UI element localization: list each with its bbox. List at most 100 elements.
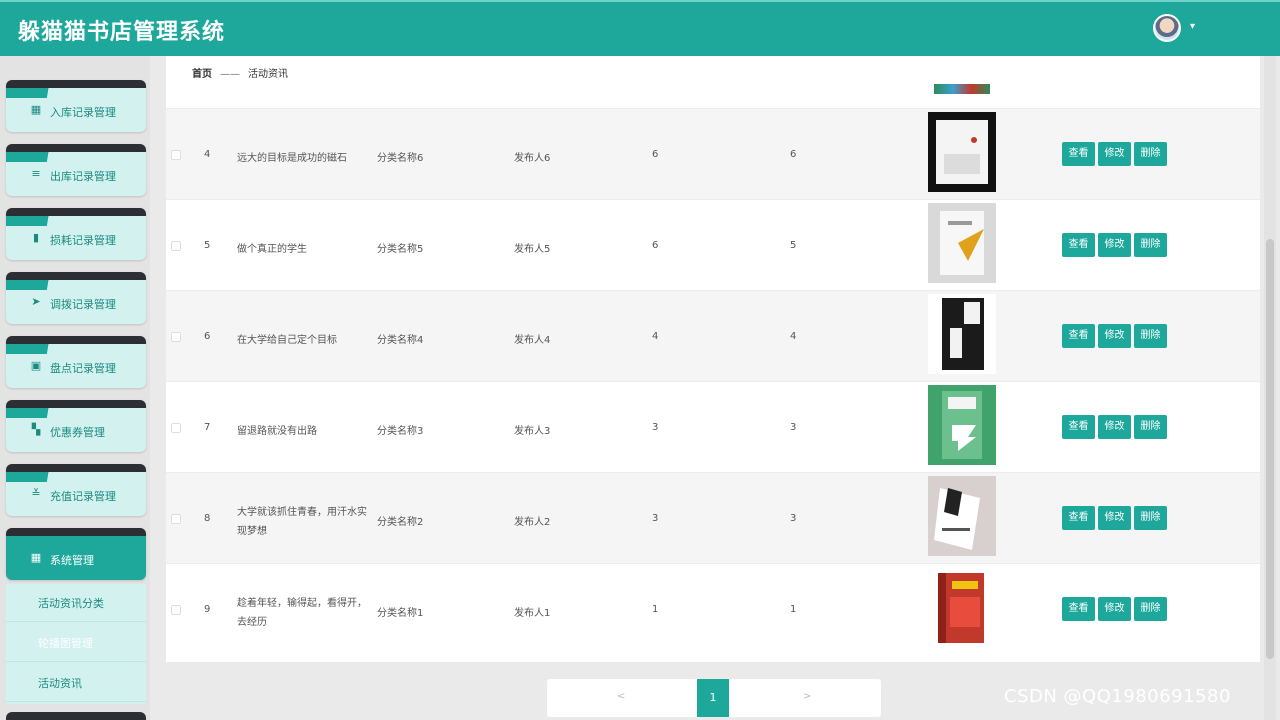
- edit-button[interactable]: 修改: [1098, 324, 1131, 348]
- row-category: 分类名称4: [377, 335, 424, 346]
- chevron-down-icon[interactable]: ▾: [1190, 21, 1195, 32]
- row-category: 分类名称2: [377, 517, 424, 528]
- row-publisher: 发布人5: [514, 244, 551, 255]
- next-page-button[interactable]: >: [803, 691, 811, 702]
- row-value-b: 6: [790, 149, 797, 160]
- breadcrumb-current: 活动资讯: [248, 69, 288, 80]
- row-checkbox[interactable]: [171, 514, 181, 524]
- sidebar-item-inventory[interactable]: ▣ 盘点记录管理: [6, 336, 146, 388]
- sidebar-item-coupon[interactable]: ▚ 优惠券管理: [6, 400, 146, 452]
- edit-button[interactable]: 修改: [1098, 233, 1131, 257]
- view-button[interactable]: 查看: [1062, 506, 1095, 530]
- row-checkbox[interactable]: [171, 150, 181, 160]
- row-title: 在大学给自己定个目标: [237, 335, 337, 346]
- row-category: 分类名称5: [377, 244, 424, 255]
- delete-button[interactable]: 删除: [1134, 415, 1167, 439]
- sliders-icon: ≚: [31, 487, 41, 500]
- view-button[interactable]: 查看: [1062, 597, 1095, 621]
- page-number-button[interactable]: 1: [697, 679, 729, 717]
- sidebar-item-loss[interactable]: ▮ 损耗记录管理: [6, 208, 146, 260]
- sidebar-item-transfer[interactable]: ➤ 调拨记录管理: [6, 272, 146, 324]
- row-value-b: 3: [790, 422, 797, 433]
- row-publisher: 发布人3: [514, 426, 551, 437]
- top-header: 躲猫猫书店管理系统 ▾: [0, 0, 1280, 56]
- view-button[interactable]: 查看: [1062, 324, 1095, 348]
- view-button[interactable]: 查看: [1062, 233, 1095, 257]
- row-value-b: 5: [790, 240, 797, 251]
- sidebar-item-label: 损耗记录管理: [50, 234, 116, 247]
- submenu-item-news-category[interactable]: 活动资讯分类: [6, 584, 146, 622]
- sidebar-item-label: 出库记录管理: [50, 170, 116, 183]
- row-index: 5: [204, 240, 211, 251]
- row-value-a: 6: [652, 240, 659, 251]
- sidebar-item-stock-out[interactable]: ≡ 出库记录管理: [6, 144, 146, 196]
- row-title: 做个真正的学生: [237, 244, 307, 255]
- sidebar-item-label: 入库记录管理: [50, 106, 116, 119]
- sidebar-item-recharge[interactable]: ≚ 充值记录管理: [6, 464, 146, 516]
- row-title: 远大的目标是成功的磁石: [237, 153, 347, 164]
- table-row: 8 大学就该抓住青春，用汗水实现梦想 分类名称2 发布人2 3 3 查看 修改 …: [166, 472, 1260, 563]
- view-button[interactable]: 查看: [1062, 142, 1095, 166]
- book-cover-image: [928, 567, 996, 647]
- bar-chart-icon: ▮: [32, 231, 40, 244]
- edit-button[interactable]: 修改: [1098, 597, 1131, 621]
- system-submenu: 活动资讯分类 轮播图管理 活动资讯: [6, 584, 146, 704]
- row-title: 趁着年轻，输得起，看得开，去经历: [237, 598, 367, 628]
- delete-button[interactable]: 删除: [1134, 233, 1167, 257]
- breadcrumb: 首页 —— 活动资讯: [192, 65, 288, 80]
- sidebar-item-next[interactable]: [6, 712, 146, 720]
- breadcrumb-home[interactable]: 首页: [192, 69, 212, 80]
- submenu-item-news[interactable]: 活动资讯: [6, 664, 146, 702]
- list-icon: ≡: [31, 167, 41, 180]
- submenu-item-carousel[interactable]: 轮播图管理: [6, 624, 146, 662]
- row-index: 9: [204, 604, 211, 615]
- breadcrumb-separator: ——: [220, 69, 240, 80]
- view-button[interactable]: 查看: [1062, 415, 1095, 439]
- row-checkbox[interactable]: [171, 605, 181, 615]
- book-cover-image: [928, 294, 996, 374]
- edit-button[interactable]: 修改: [1098, 415, 1131, 439]
- prev-page-button[interactable]: <: [617, 691, 625, 702]
- row-value-b: 1: [790, 604, 797, 615]
- row-value-a: 4: [652, 331, 659, 342]
- grid-icon: ▦: [30, 551, 42, 564]
- edit-button[interactable]: 修改: [1098, 142, 1131, 166]
- row-checkbox[interactable]: [171, 423, 181, 433]
- row-index: 6: [204, 331, 211, 342]
- book-cover-image: [934, 84, 990, 94]
- table-row: 5 做个真正的学生 分类名称5 发布人5 6 5 查看 修改 删除: [166, 199, 1260, 290]
- row-checkbox[interactable]: [171, 332, 181, 342]
- row-value-a: 6: [652, 149, 659, 160]
- sidebar-item-label: 充值记录管理: [50, 490, 116, 503]
- sidebar-item-stock-in[interactable]: ▦ 入库记录管理: [6, 80, 146, 132]
- submenu-item-label: 轮播图管理: [38, 637, 93, 650]
- sidebar-item-label: 系统管理: [50, 554, 94, 567]
- delete-button[interactable]: 删除: [1134, 324, 1167, 348]
- delete-button[interactable]: 删除: [1134, 597, 1167, 621]
- edit-button[interactable]: 修改: [1098, 506, 1131, 530]
- book-cover-image: [928, 385, 996, 465]
- row-title: 留退路就没有出路: [237, 426, 317, 437]
- sidebar-item-label: 调拨记录管理: [50, 298, 116, 311]
- sidebar-item-system[interactable]: ▦ 系统管理: [6, 528, 146, 580]
- table-row: 6 在大学给自己定个目标 分类名称4 发布人4 4 4 查看 修改 删除: [166, 290, 1260, 381]
- user-avatar-icon[interactable]: [1153, 14, 1181, 42]
- pagination: < 1 >: [547, 679, 881, 717]
- main-panel: 首页 —— 活动资讯 4 远大的目标是成功的磁石 分类名称6 发布人6 6 6 查看…: [166, 56, 1260, 662]
- sidebar: ▦ 入库记录管理 ≡ 出库记录管理 ▮ 损耗记录管理 ➤ 调拨记录管理 ▣ 盘点…: [0, 56, 150, 720]
- book-cover-image: [928, 203, 996, 283]
- row-publisher: 发布人2: [514, 517, 551, 528]
- row-publisher: 发布人4: [514, 335, 551, 346]
- row-value-a: 3: [652, 422, 659, 433]
- clipboard-icon: ▣: [30, 359, 42, 372]
- scrollbar-thumb[interactable]: [1266, 239, 1274, 659]
- row-index: 7: [204, 422, 211, 433]
- book-icon: ▚: [31, 423, 41, 436]
- vertical-scrollbar[interactable]: [1264, 56, 1276, 720]
- delete-button[interactable]: 删除: [1134, 506, 1167, 530]
- delete-button[interactable]: 删除: [1134, 142, 1167, 166]
- row-category: 分类名称3: [377, 426, 424, 437]
- table-row: 4 远大的目标是成功的磁石 分类名称6 发布人6 6 6 查看 修改 删除: [166, 108, 1260, 199]
- row-checkbox[interactable]: [171, 241, 181, 251]
- sidebar-item-label: 优惠券管理: [50, 426, 105, 439]
